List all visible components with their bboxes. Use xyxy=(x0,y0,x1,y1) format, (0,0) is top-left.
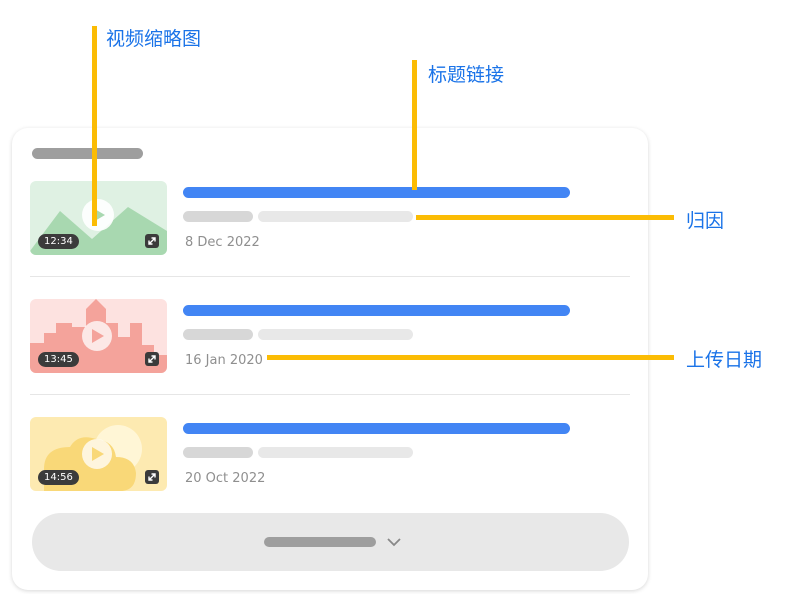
title-link-placeholder[interactable] xyxy=(183,423,570,434)
attribution-placeholder xyxy=(183,329,253,340)
duration-badge: 13:45 xyxy=(38,352,79,367)
video-results-diagram: 12:34 8 Dec 2022 13:45 16 Jan 2020 14:56… xyxy=(0,0,806,594)
upload-date: 8 Dec 2022 xyxy=(185,235,260,250)
expand-icon[interactable] xyxy=(145,352,159,366)
attribution-callout-line xyxy=(416,215,674,220)
video-thumbnail[interactable]: 14:56 xyxy=(30,417,167,491)
attribution-callout-label: 归因 xyxy=(686,210,725,232)
title-link-callout-label: 标题链接 xyxy=(428,64,505,86)
upload-date: 20 Oct 2022 xyxy=(185,471,266,486)
video-thumbnail[interactable]: 13:45 xyxy=(30,299,167,373)
duration-badge: 12:34 xyxy=(38,234,79,249)
title-link-placeholder[interactable] xyxy=(183,187,570,198)
video-result-row[interactable]: 14:56 20 Oct 2022 xyxy=(0,417,806,497)
show-more-button[interactable] xyxy=(32,513,629,571)
duration-badge: 14:56 xyxy=(38,470,79,485)
expand-icon[interactable] xyxy=(145,470,159,484)
expand-icon[interactable] xyxy=(145,234,159,248)
title-link-callout-line xyxy=(412,60,417,190)
attribution-placeholder-secondary xyxy=(258,211,413,222)
attribution-placeholder xyxy=(183,211,253,222)
upload-date-callout-label: 上传日期 xyxy=(686,349,763,371)
row-divider xyxy=(30,276,630,277)
attribution-placeholder xyxy=(183,447,253,458)
upload-date-callout-line xyxy=(267,355,674,360)
title-link-placeholder[interactable] xyxy=(183,305,570,316)
row-divider xyxy=(30,394,630,395)
show-more-label-placeholder xyxy=(264,537,376,547)
thumbnail-callout-label: 视频缩略图 xyxy=(106,28,202,50)
card-header-placeholder xyxy=(32,148,143,159)
attribution-placeholder-secondary xyxy=(258,329,413,340)
thumbnail-callout-line xyxy=(92,26,97,226)
video-thumbnail[interactable]: 12:34 xyxy=(30,181,167,255)
upload-date: 16 Jan 2020 xyxy=(185,353,263,368)
attribution-placeholder-secondary xyxy=(258,447,413,458)
chevron-down-icon xyxy=(387,538,401,547)
